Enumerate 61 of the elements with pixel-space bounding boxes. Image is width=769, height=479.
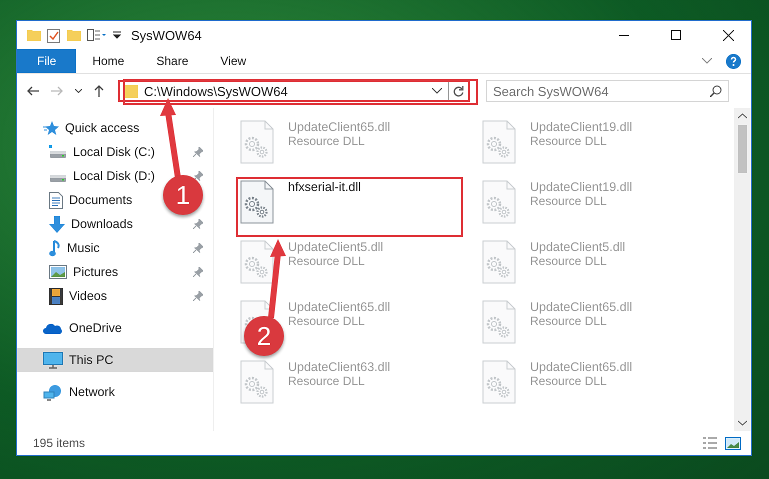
dropdown-icon[interactable] bbox=[113, 31, 121, 39]
file-type: Resource DLL bbox=[530, 314, 607, 328]
sidebar-item[interactable]: Music bbox=[17, 236, 104, 260]
dll-file-icon[interactable] bbox=[240, 180, 274, 224]
sidebar-item[interactable]: This PC bbox=[17, 348, 213, 372]
sidebar-item[interactable]: Local Disk (C:) bbox=[17, 140, 159, 164]
download-arrow-icon bbox=[49, 216, 65, 232]
file-type: Resource DLL bbox=[288, 134, 365, 148]
file-name[interactable]: hfxserial-it.dll bbox=[288, 180, 361, 194]
star-icon bbox=[43, 120, 59, 136]
sidebar-item[interactable]: Quick access bbox=[17, 116, 213, 140]
file-type: Resource DLL bbox=[530, 374, 607, 388]
window-title: SysWOW64 bbox=[131, 28, 203, 42]
sidebar-item[interactable]: Downloads bbox=[17, 212, 137, 236]
ribbon-tab[interactable]: View bbox=[204, 49, 262, 73]
pin-icon[interactable] bbox=[193, 267, 203, 277]
document-icon bbox=[49, 192, 63, 208]
scrollbar[interactable] bbox=[734, 108, 751, 431]
file-type: Resource DLL bbox=[288, 254, 365, 268]
details-view-icon[interactable] bbox=[703, 437, 717, 449]
drive-icon bbox=[49, 145, 67, 159]
close-icon bbox=[722, 30, 734, 40]
large-icons-view-icon[interactable] bbox=[725, 436, 741, 450]
file-type: Resource DLL bbox=[288, 374, 365, 388]
cloud-icon bbox=[43, 322, 63, 334]
search-field[interactable]: Search SysWOW64 bbox=[486, 80, 729, 102]
file-type: Resource DLL bbox=[530, 134, 607, 148]
sidebar-item[interactable]: Local Disk (D:) bbox=[17, 164, 159, 188]
ribbon-tab[interactable]: File bbox=[17, 49, 76, 73]
help-icon[interactable] bbox=[726, 54, 741, 68]
item-count: 195 items bbox=[33, 436, 86, 450]
sidebar-item[interactable]: Pictures bbox=[17, 260, 122, 284]
search-icon bbox=[710, 85, 722, 97]
properties-icon[interactable] bbox=[47, 28, 61, 42]
sidebar-item[interactable]: Documents bbox=[17, 188, 136, 212]
file-type: Resource DLL bbox=[288, 314, 365, 328]
film-icon bbox=[49, 288, 63, 304]
pin-icon[interactable] bbox=[193, 147, 203, 157]
minimize-icon bbox=[619, 34, 629, 36]
music-note-icon bbox=[49, 240, 61, 256]
picture-icon bbox=[49, 265, 67, 279]
scroll-up-icon[interactable] bbox=[738, 113, 747, 119]
file-type: Resource DLL bbox=[530, 194, 607, 208]
scroll-down-icon[interactable] bbox=[738, 420, 747, 426]
pin-icon[interactable] bbox=[193, 171, 203, 181]
scroll-thumb[interactable] bbox=[738, 125, 747, 173]
ribbon-tab[interactable]: Home bbox=[76, 49, 140, 73]
chevron-icon bbox=[75, 89, 82, 93]
ribbon-tab[interactable]: Share bbox=[140, 49, 204, 73]
view-icon[interactable] bbox=[87, 29, 107, 41]
maximize-icon bbox=[671, 30, 681, 40]
pin-icon[interactable] bbox=[193, 291, 203, 301]
network-icon bbox=[43, 384, 63, 400]
pin-icon[interactable] bbox=[193, 219, 203, 229]
monitor-icon bbox=[43, 352, 63, 368]
file-type: Resource DLL bbox=[530, 254, 607, 268]
expand-ribbon-icon[interactable] bbox=[702, 58, 712, 64]
pin-icon[interactable] bbox=[193, 243, 203, 253]
sidebar-item[interactable]: OneDrive bbox=[17, 316, 213, 340]
sidebar-item[interactable]: Network bbox=[17, 380, 213, 404]
sidebar-item[interactable]: Videos bbox=[17, 284, 111, 308]
